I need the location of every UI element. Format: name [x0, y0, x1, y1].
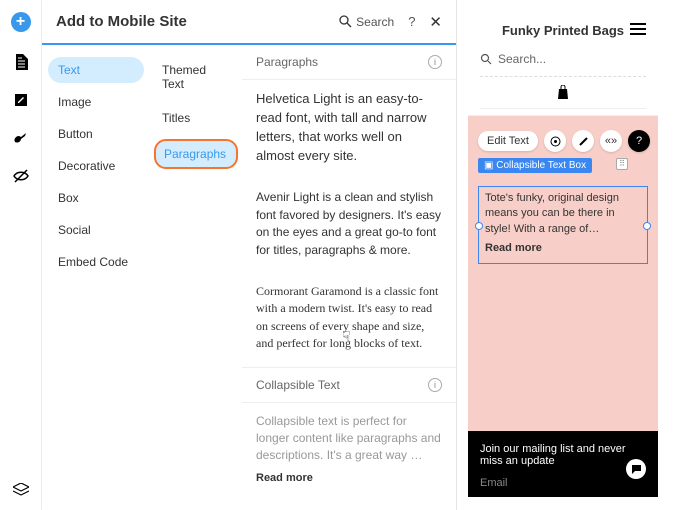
mobile-search[interactable]: Search...	[480, 52, 646, 77]
search-icon	[480, 53, 492, 65]
search-icon	[339, 15, 352, 28]
email-field-label[interactable]: Email	[480, 477, 646, 489]
section-collapsible-header: Collapsible Text i	[242, 367, 456, 403]
preset-gallery: Paragraphs i Helvetica Light is an easy-…	[242, 45, 456, 510]
panel-search[interactable]: Search	[339, 15, 394, 29]
left-tool-rail: +	[0, 0, 42, 510]
add-icon[interactable]: +	[11, 12, 31, 32]
settings-icon[interactable]	[13, 130, 29, 146]
sample-avenir[interactable]: Avenir Light is a clean and stylish font…	[242, 179, 456, 273]
mobile-preview: Funky Printed Bags Search... Edit Text «…	[467, 12, 659, 498]
edit-icon[interactable]	[13, 92, 29, 108]
panel-title: Add to Mobile Site	[56, 13, 339, 30]
animation-icon[interactable]	[572, 130, 594, 152]
hide-icon[interactable]	[13, 168, 29, 184]
category-text[interactable]: Text	[48, 57, 144, 83]
stretch-icon[interactable]: «»	[600, 130, 622, 152]
sample-collapsible-2[interactable]: Collapsible text is perfect for longer c…	[242, 501, 456, 510]
mobile-body: Edit Text «» ? ▣ Collapsible Text Box ⠿ …	[468, 116, 658, 431]
panel-header: Add to Mobile Site Search ? ✕	[42, 0, 456, 45]
mobile-footer: Join our mailing list and never miss an …	[468, 431, 658, 497]
hamburger-icon[interactable]	[630, 23, 646, 35]
info-icon[interactable]: i	[428, 55, 442, 69]
mobile-header: Funky Printed Bags Search...	[468, 13, 658, 116]
sample-collapsible-1[interactable]: Collapsible text is perfect for longer c…	[242, 403, 456, 501]
category-embed[interactable]: Embed Code	[48, 249, 144, 275]
stage: Funky Printed Bags Search... Edit Text «…	[457, 0, 700, 510]
chat-icon[interactable]	[626, 459, 646, 479]
category-decorative[interactable]: Decorative	[48, 153, 144, 179]
drag-handle-icon[interactable]: ⠿	[616, 158, 628, 170]
help-icon[interactable]: ?	[408, 14, 415, 29]
section-paragraphs-header: Paragraphs i	[242, 45, 456, 80]
category-button[interactable]: Button	[48, 121, 144, 147]
help-icon[interactable]: ?	[628, 130, 650, 152]
category-list: Text Image Button Decorative Box Social …	[42, 45, 150, 510]
sub-themed-text[interactable]: Themed Text	[154, 57, 238, 97]
edit-text-button[interactable]: Edit Text	[478, 131, 538, 151]
design-icon[interactable]	[544, 130, 566, 152]
sub-paragraphs[interactable]: Paragraphs	[154, 139, 238, 169]
category-image[interactable]: Image	[48, 89, 144, 115]
sub-titles[interactable]: Titles	[154, 105, 238, 131]
subcategory-list: Themed Text Titles Paragraphs	[150, 45, 242, 510]
sample-garamond[interactable]: Cormorant Garamond is a classic font wit…	[242, 273, 456, 367]
site-title: Funky Printed Bags	[480, 23, 646, 38]
read-more-link: Read more	[256, 471, 313, 487]
category-social[interactable]: Social	[48, 217, 144, 243]
add-panel: Add to Mobile Site Search ? ✕ Text Image…	[42, 0, 457, 510]
page-icon[interactable]	[13, 54, 29, 70]
layers-icon[interactable]	[13, 482, 29, 498]
sample-helvetica[interactable]: Helvetica Light is an easy-to-read font,…	[242, 80, 456, 179]
info-icon[interactable]: i	[428, 378, 442, 392]
element-type-tag: ▣ Collapsible Text Box	[478, 158, 592, 173]
category-box[interactable]: Box	[48, 185, 144, 211]
close-icon[interactable]: ✕	[429, 13, 442, 31]
element-toolbar: Edit Text «» ?	[478, 130, 650, 152]
bag-icon[interactable]	[480, 77, 646, 109]
read-more-link: Read more	[485, 241, 641, 256]
selected-collapsible-text[interactable]: Tote's funky, original design means you …	[478, 186, 648, 264]
